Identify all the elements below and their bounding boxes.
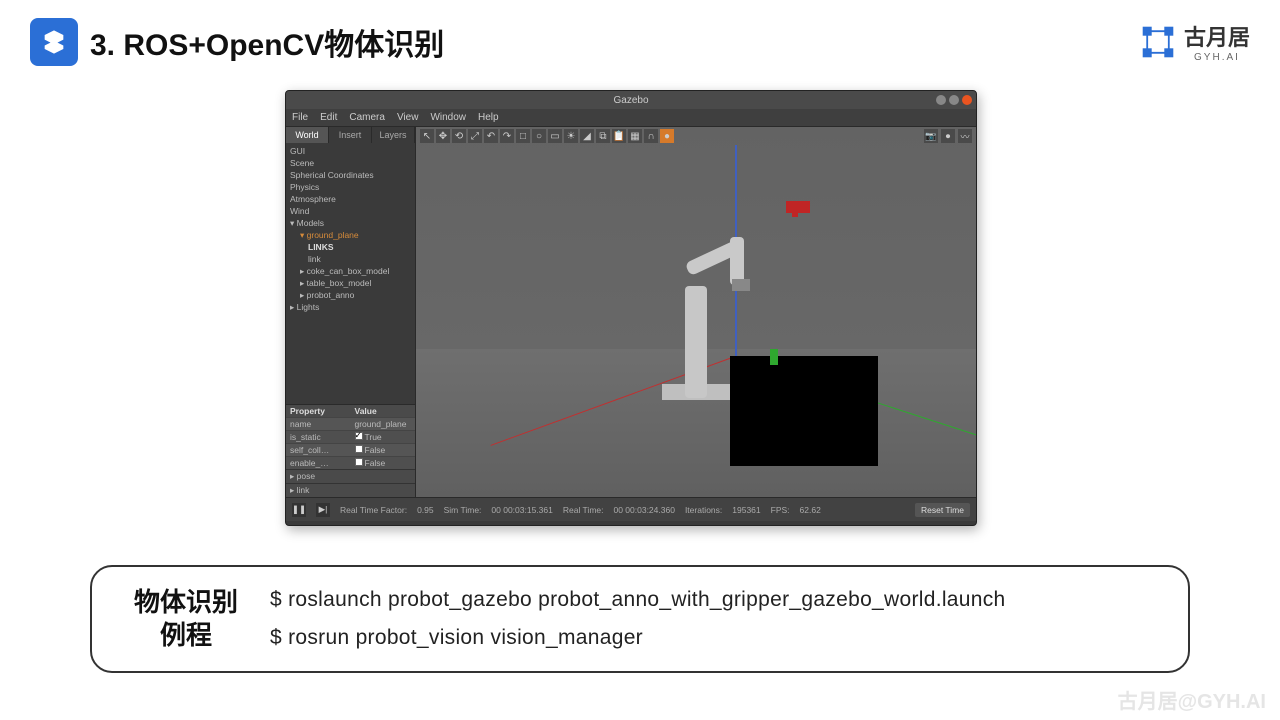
cursor-icon[interactable]: ↖ — [420, 129, 434, 143]
brand-text: 古月居 — [1184, 25, 1250, 50]
tree-item: ▸ probot_anno — [290, 289, 411, 301]
gazebo-window: Gazebo File Edit Camera View Window Help… — [285, 90, 977, 526]
camera-icon[interactable]: 📷 — [924, 129, 938, 143]
rotate-icon[interactable]: ⟲ — [452, 129, 466, 143]
step-icon[interactable]: ▶| — [316, 503, 330, 517]
cylinder-icon[interactable]: ▭ — [548, 129, 562, 143]
expander-link[interactable]: ▸ link — [286, 483, 415, 497]
robot-gripper — [732, 279, 750, 291]
spot-icon[interactable]: ◢ — [580, 129, 594, 143]
window-title: Gazebo — [613, 95, 648, 106]
sidebar-panel: World Insert Layers GUI Scene Spherical … — [286, 127, 416, 497]
example-box: 物体识别例程 $ roslaunch probot_gazebo probot_… — [90, 565, 1190, 673]
viewport-toolbar: ↖ ✥ ⟲ ⤢ ↶ ↷ □ ○ ▭ ☀ ◢ ⧉ 📋 ▦ ∩ ● — [420, 129, 674, 143]
fps-label: FPS: — [771, 505, 790, 515]
sim-value: 00 00:03:15.361 — [491, 505, 552, 515]
rtf-value: 0.95 — [417, 505, 434, 515]
sphere-icon[interactable]: ○ — [532, 129, 546, 143]
tree-links[interactable]: LINKS — [290, 241, 411, 253]
tree-models: ▾ Models — [290, 217, 411, 229]
copy-icon[interactable]: ⧉ — [596, 129, 610, 143]
menu-edit[interactable]: Edit — [320, 112, 337, 123]
tree-item[interactable]: Spherical Coordinates — [290, 169, 411, 181]
fps-value: 62.62 — [800, 505, 821, 515]
close-icon[interactable] — [962, 95, 972, 105]
command-1: $ roslaunch probot_gazebo probot_anno_wi… — [270, 581, 1006, 619]
menu-bar: File Edit Camera View Window Help — [286, 109, 976, 127]
tree-lights: ▸ Lights — [290, 301, 411, 313]
brand-subtext: GYH.AI — [1184, 52, 1250, 63]
menu-window[interactable]: Window — [430, 112, 466, 123]
tab-world[interactable]: World — [286, 127, 329, 143]
tree-link[interactable]: link — [290, 253, 411, 265]
tree-item[interactable]: Scene — [290, 157, 411, 169]
slide-title: 3. ROS+OpenCV物体识别 — [90, 20, 444, 64]
coke-can — [770, 349, 778, 365]
move-icon[interactable]: ✥ — [436, 129, 450, 143]
checkbox-icon[interactable] — [355, 445, 363, 453]
window-titlebar[interactable]: Gazebo — [286, 91, 976, 109]
slide-header: 3. ROS+OpenCV物体识别 — [0, 0, 1280, 66]
example-commands: $ roslaunch probot_gazebo probot_anno_wi… — [270, 581, 1006, 657]
minimize-icon[interactable] — [936, 95, 946, 105]
reset-time-button[interactable]: Reset Time — [915, 503, 970, 517]
command-2: $ rosrun probot_vision vision_manager — [270, 619, 1006, 657]
box-icon[interactable]: □ — [516, 129, 530, 143]
property-grid: PropertyValue nameground_plane is_static… — [286, 404, 415, 497]
rtf-label: Real Time Factor: — [340, 505, 407, 515]
tab-layers[interactable]: Layers — [372, 127, 415, 143]
tree-item[interactable]: Physics — [290, 181, 411, 193]
red-marker — [786, 201, 810, 213]
menu-help[interactable]: Help — [478, 112, 499, 123]
menu-camera[interactable]: Camera — [349, 112, 385, 123]
scale-icon[interactable]: ⤢ — [468, 129, 482, 143]
status-bar: ❚❚ ▶| Real Time Factor: 0.95 Sim Time: 0… — [286, 497, 976, 521]
magnet-icon[interactable]: ∩ — [644, 129, 658, 143]
tree-item[interactable]: Atmosphere — [290, 193, 411, 205]
maximize-icon[interactable] — [949, 95, 959, 105]
undo-icon[interactable]: ↶ — [484, 129, 498, 143]
tree-item: ▸ table_box_model — [290, 277, 411, 289]
robot-forearm — [730, 237, 744, 285]
watermark: 古月居@GYH.AI — [1118, 685, 1266, 714]
expander-pose[interactable]: ▸ pose — [286, 469, 415, 483]
tree-item[interactable]: Wind — [290, 205, 411, 217]
scene-3d[interactable] — [416, 145, 976, 497]
example-title: 物体识别例程 — [126, 586, 246, 651]
tree-selected: ▾ ground_plane — [290, 229, 411, 241]
real-label: Real Time: — [563, 505, 604, 515]
redo-icon[interactable]: ↷ — [500, 129, 514, 143]
pause-icon[interactable]: ❚❚ — [292, 503, 306, 517]
record-icon[interactable]: ⏺ — [941, 129, 955, 143]
tree-item: ▸ coke_can_box_model — [290, 265, 411, 277]
plot-icon[interactable]: 〰 — [958, 129, 972, 143]
snap-icon[interactable]: ▦ — [628, 129, 642, 143]
iter-value: 195361 — [732, 505, 760, 515]
robot-column — [685, 286, 707, 398]
tab-insert[interactable]: Insert — [329, 127, 372, 143]
checkbox-icon[interactable] — [355, 432, 363, 440]
3d-viewport[interactable]: ↖ ✥ ⟲ ⤢ ↶ ↷ □ ○ ▭ ☀ ◢ ⧉ 📋 ▦ ∩ ● 📷 ⏺ 〰 — [416, 127, 976, 497]
menu-view[interactable]: View — [397, 112, 419, 123]
brand-logo: 古月居 GYH.AI — [1140, 20, 1250, 63]
screenshot-icon[interactable]: ● — [660, 129, 674, 143]
tree-item[interactable]: GUI — [290, 145, 411, 157]
sim-label: Sim Time: — [444, 505, 482, 515]
menu-file[interactable]: File — [292, 112, 308, 123]
logo-icon — [30, 18, 78, 66]
paste-icon[interactable]: 📋 — [612, 129, 626, 143]
light-icon[interactable]: ☀ — [564, 129, 578, 143]
real-value: 00 00:03:24.360 — [613, 505, 674, 515]
iter-label: Iterations: — [685, 505, 722, 515]
checkbox-icon[interactable] — [355, 458, 363, 466]
world-tree[interactable]: GUI Scene Spherical Coordinates Physics … — [286, 143, 415, 404]
table-box — [730, 356, 878, 466]
